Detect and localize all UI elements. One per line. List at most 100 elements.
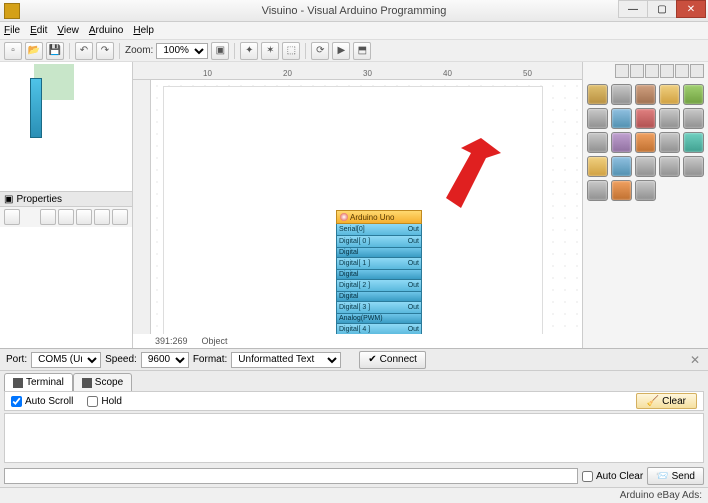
prop-btn-1[interactable] bbox=[4, 209, 20, 225]
arduino-header[interactable]: Arduino Uno bbox=[336, 210, 422, 224]
speed-select[interactable]: 9600 bbox=[141, 352, 189, 368]
component-3[interactable] bbox=[635, 84, 656, 105]
panel-close-icon[interactable]: ✕ bbox=[688, 353, 702, 367]
ads-label: Arduino eBay Ads: bbox=[620, 490, 702, 501]
send-button[interactable]: 📨Send bbox=[647, 467, 704, 485]
prop-btn-2[interactable] bbox=[40, 209, 56, 225]
tab-terminal[interactable]: Terminal bbox=[4, 373, 73, 391]
component-21[interactable] bbox=[587, 180, 608, 201]
tool-b[interactable]: ✶ bbox=[261, 42, 279, 60]
tab-scope[interactable]: Scope bbox=[73, 373, 132, 391]
send-input[interactable] bbox=[4, 468, 578, 484]
clear-icon: 🧹 bbox=[647, 396, 659, 407]
component-23[interactable] bbox=[635, 180, 656, 201]
pal-tool-1[interactable] bbox=[615, 64, 629, 78]
pal-tool-3[interactable] bbox=[645, 64, 659, 78]
annotation-arrow bbox=[431, 138, 501, 218]
prop-btn-5[interactable] bbox=[94, 209, 110, 225]
zoom-label: Zoom: bbox=[125, 45, 153, 56]
scope-icon bbox=[82, 378, 92, 388]
component-8[interactable] bbox=[635, 108, 656, 129]
tool-d[interactable]: ⟳ bbox=[311, 42, 329, 60]
component-12[interactable] bbox=[611, 132, 632, 153]
main-toolbar: ▫ 📂 💾 ↶ ↷ Zoom: 100% ▣ ✦ ✶ ⬚ ⟳ ▶ ⬒ bbox=[0, 40, 708, 62]
prop-btn-4[interactable] bbox=[76, 209, 92, 225]
menu-arduino[interactable]: Arduino bbox=[89, 25, 123, 36]
pal-tool-6[interactable] bbox=[690, 64, 704, 78]
ruler-vertical bbox=[133, 80, 151, 334]
hold-checkbox[interactable]: Hold bbox=[87, 396, 122, 407]
terminal-output[interactable] bbox=[4, 413, 704, 463]
component-18[interactable] bbox=[635, 156, 656, 177]
properties-header[interactable]: ▣Properties bbox=[0, 191, 132, 207]
format-label: Format: bbox=[193, 354, 227, 365]
format-select[interactable]: Unformatted Text bbox=[231, 352, 341, 368]
component-14[interactable] bbox=[659, 132, 680, 153]
overview-thumbnail[interactable] bbox=[0, 62, 132, 191]
component-palette bbox=[582, 62, 708, 348]
speed-label: Speed: bbox=[105, 354, 137, 365]
component-16[interactable] bbox=[587, 156, 608, 177]
connect-button[interactable]: ✔Connect bbox=[359, 351, 426, 369]
close-button[interactable]: ✕ bbox=[676, 0, 706, 18]
left-panel: ▣Properties bbox=[0, 62, 133, 348]
design-canvas[interactable]: Arduino Uno Serial[0]Out Digital[ 0 ]Out… bbox=[151, 80, 582, 334]
pal-tool-5[interactable] bbox=[675, 64, 689, 78]
ads-row: Arduino eBay Ads: bbox=[0, 487, 708, 503]
menu-file[interactable]: FFileile bbox=[4, 25, 20, 36]
tool-a[interactable]: ✦ bbox=[240, 42, 258, 60]
component-9[interactable] bbox=[659, 108, 680, 129]
pal-tool-4[interactable] bbox=[660, 64, 674, 78]
menu-view[interactable]: View bbox=[57, 25, 79, 36]
bottom-panel: Port: COM5 (Unava Speed: 9600 Format: Un… bbox=[0, 348, 708, 503]
canvas-area: 10 20 30 40 50 Arduino Uno Serial[0]Out … bbox=[133, 62, 582, 348]
zoom-fit-button[interactable]: ▣ bbox=[211, 42, 229, 60]
minimize-button[interactable]: — bbox=[618, 0, 648, 18]
autoscroll-checkbox[interactable]: Auto Scroll bbox=[11, 396, 73, 407]
component-5[interactable] bbox=[683, 84, 704, 105]
terminal-icon bbox=[13, 378, 23, 388]
pal-tool-2[interactable] bbox=[630, 64, 644, 78]
zoom-select[interactable]: 100% bbox=[156, 43, 208, 59]
undo-button[interactable]: ↶ bbox=[75, 42, 93, 60]
send-icon: 📨 bbox=[656, 471, 668, 482]
properties-toolbar bbox=[0, 207, 132, 227]
app-icon bbox=[4, 3, 20, 19]
component-15[interactable] bbox=[683, 132, 704, 153]
component-7[interactable] bbox=[611, 108, 632, 129]
menu-help[interactable]: Help bbox=[133, 25, 154, 36]
redo-button[interactable]: ↷ bbox=[96, 42, 114, 60]
tool-f[interactable]: ⬒ bbox=[353, 42, 371, 60]
prop-btn-6[interactable] bbox=[112, 209, 128, 225]
component-13[interactable] bbox=[635, 132, 656, 153]
component-22[interactable] bbox=[611, 180, 632, 201]
component-20[interactable] bbox=[683, 156, 704, 177]
send-row: Auto Clear 📨Send bbox=[0, 465, 708, 487]
prop-btn-3[interactable] bbox=[58, 209, 74, 225]
component-1[interactable] bbox=[587, 84, 608, 105]
connect-icon: ✔ bbox=[368, 354, 376, 365]
properties-body bbox=[0, 227, 132, 348]
menu-edit[interactable]: Edit bbox=[30, 25, 47, 36]
cursor-coords: 391:269 bbox=[155, 336, 188, 346]
component-6[interactable] bbox=[587, 108, 608, 129]
window-title: Visuino - Visual Arduino Programming bbox=[262, 5, 447, 17]
component-10[interactable] bbox=[683, 108, 704, 129]
component-19[interactable] bbox=[659, 156, 680, 177]
component-11[interactable] bbox=[587, 132, 608, 153]
maximize-button[interactable]: ▢ bbox=[647, 0, 677, 18]
clear-button[interactable]: 🧹Clear bbox=[636, 393, 697, 409]
autoclear-checkbox[interactable]: Auto Clear bbox=[582, 471, 643, 482]
open-button[interactable]: 📂 bbox=[25, 42, 43, 60]
port-select[interactable]: COM5 (Unava bbox=[31, 352, 101, 368]
new-button[interactable]: ▫ bbox=[4, 42, 22, 60]
terminal-options: Auto Scroll Hold 🧹Clear bbox=[4, 391, 704, 411]
component-17[interactable] bbox=[611, 156, 632, 177]
tool-c[interactable]: ⬚ bbox=[282, 42, 300, 60]
component-2[interactable] bbox=[611, 84, 632, 105]
component-4[interactable] bbox=[659, 84, 680, 105]
tool-e[interactable]: ▶ bbox=[332, 42, 350, 60]
save-button[interactable]: 💾 bbox=[46, 42, 64, 60]
arduino-component[interactable]: Arduino Uno Serial[0]Out Digital[ 0 ]Out… bbox=[336, 210, 422, 334]
serial-config-row: Port: COM5 (Unava Speed: 9600 Format: Un… bbox=[0, 349, 708, 371]
